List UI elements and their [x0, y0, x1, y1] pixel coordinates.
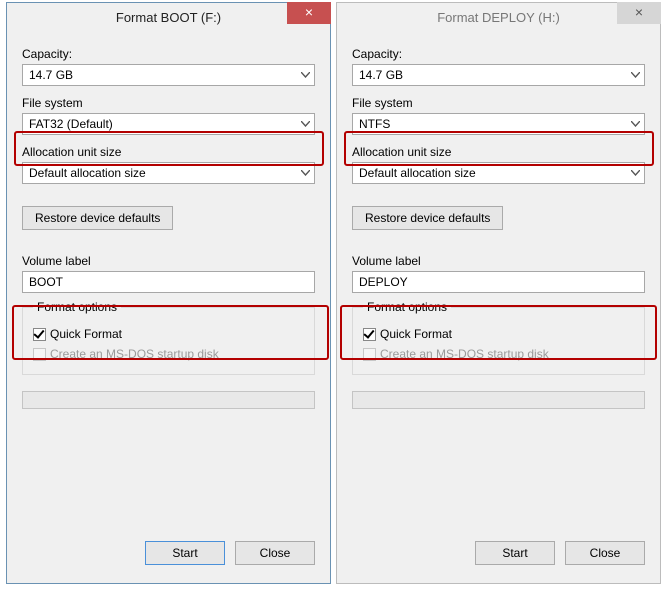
chevron-down-icon	[626, 114, 644, 134]
allocation-label: Allocation unit size	[22, 145, 315, 159]
start-button[interactable]: Start	[475, 541, 555, 565]
capacity-combo[interactable]: 14.7 GB	[22, 64, 315, 86]
volume-label-label: Volume label	[352, 254, 645, 268]
format-options-group: Format options Quick Format Create an MS…	[352, 307, 645, 375]
close-button-label: Close	[260, 546, 291, 560]
start-button-label: Start	[502, 546, 527, 560]
capacity-label: Capacity:	[22, 47, 315, 61]
restore-defaults-label: Restore device defaults	[35, 211, 160, 225]
format-options-group: Format options Quick Format Create an MS…	[22, 307, 315, 375]
capacity-label: Capacity:	[352, 47, 645, 61]
filesystem-value: FAT32 (Default)	[29, 117, 113, 131]
window-title: Format DEPLOY (H:)	[437, 10, 560, 25]
capacity-value: 14.7 GB	[29, 68, 73, 82]
close-button-label: Close	[590, 546, 621, 560]
close-icon: ×	[305, 4, 313, 20]
capacity-combo[interactable]: 14.7 GB	[352, 64, 645, 86]
allocation-value: Default allocation size	[359, 166, 476, 180]
msdos-checkbox	[363, 348, 376, 361]
progress-bar	[352, 391, 645, 409]
format-options-legend: Format options	[363, 300, 451, 314]
quick-format-label: Quick Format	[50, 327, 122, 341]
volume-label-label: Volume label	[22, 254, 315, 268]
msdos-label: Create an MS-DOS startup disk	[380, 347, 549, 361]
volume-label-value: DEPLOY	[359, 275, 408, 289]
titlebar: Format BOOT (F:) ×	[7, 3, 330, 33]
allocation-combo[interactable]: Default allocation size	[352, 162, 645, 184]
chevron-down-icon	[296, 163, 314, 183]
chevron-down-icon	[626, 163, 644, 183]
filesystem-label: File system	[352, 96, 645, 110]
restore-defaults-button[interactable]: Restore device defaults	[22, 206, 173, 230]
allocation-combo[interactable]: Default allocation size	[22, 162, 315, 184]
format-dialog-boot: Format BOOT (F:) × Capacity: 14.7 GB Fil…	[6, 2, 331, 584]
format-dialog-deploy: Format DEPLOY (H:) × Capacity: 14.7 GB F…	[336, 2, 661, 584]
volume-label-input[interactable]: BOOT	[22, 271, 315, 293]
close-icon: ×	[635, 4, 643, 20]
filesystem-value: NTFS	[359, 117, 390, 131]
allocation-value: Default allocation size	[29, 166, 146, 180]
start-button-label: Start	[172, 546, 197, 560]
window-close-button[interactable]: ×	[617, 2, 661, 24]
format-options-legend: Format options	[33, 300, 121, 314]
close-button[interactable]: Close	[235, 541, 315, 565]
volume-label-input[interactable]: DEPLOY	[352, 271, 645, 293]
chevron-down-icon	[296, 65, 314, 85]
msdos-label: Create an MS-DOS startup disk	[50, 347, 219, 361]
quick-format-checkbox[interactable]	[33, 328, 46, 341]
filesystem-combo[interactable]: NTFS	[352, 113, 645, 135]
quick-format-checkbox[interactable]	[363, 328, 376, 341]
close-button[interactable]: Close	[565, 541, 645, 565]
volume-label-value: BOOT	[29, 275, 63, 289]
capacity-value: 14.7 GB	[359, 68, 403, 82]
chevron-down-icon	[296, 114, 314, 134]
quick-format-label: Quick Format	[380, 327, 452, 341]
restore-defaults-button[interactable]: Restore device defaults	[352, 206, 503, 230]
chevron-down-icon	[626, 65, 644, 85]
allocation-label: Allocation unit size	[352, 145, 645, 159]
start-button[interactable]: Start	[145, 541, 225, 565]
restore-defaults-label: Restore device defaults	[365, 211, 490, 225]
titlebar: Format DEPLOY (H:) ×	[337, 3, 660, 33]
msdos-checkbox	[33, 348, 46, 361]
window-close-button[interactable]: ×	[287, 2, 331, 24]
filesystem-label: File system	[22, 96, 315, 110]
progress-bar	[22, 391, 315, 409]
window-title: Format BOOT (F:)	[116, 10, 221, 25]
filesystem-combo[interactable]: FAT32 (Default)	[22, 113, 315, 135]
